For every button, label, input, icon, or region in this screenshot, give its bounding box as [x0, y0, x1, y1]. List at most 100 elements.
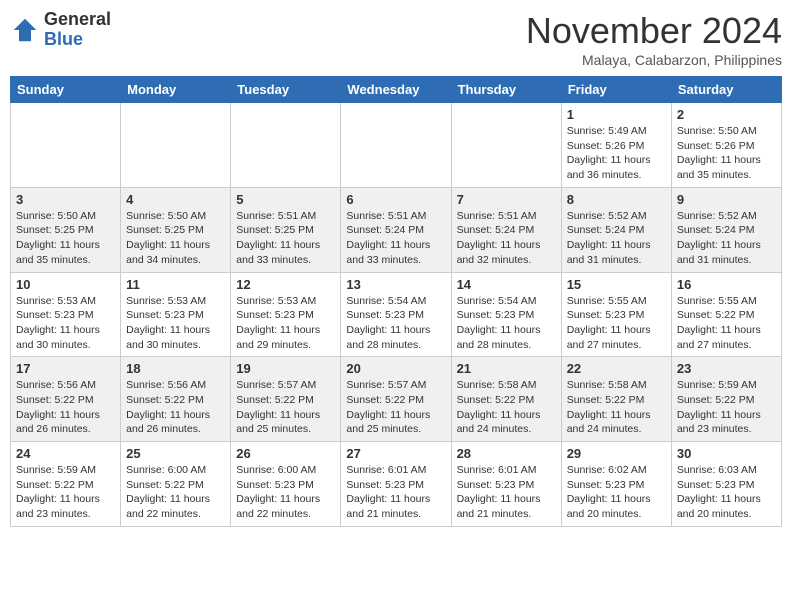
day-info: Sunrise: 5:49 AMSunset: 5:26 PMDaylight:…	[567, 124, 666, 183]
day-info: Sunrise: 5:52 AMSunset: 5:24 PMDaylight:…	[677, 209, 776, 268]
calendar-cell	[231, 103, 341, 188]
day-number: 29	[567, 446, 666, 461]
day-info: Sunrise: 5:59 AMSunset: 5:22 PMDaylight:…	[677, 378, 776, 437]
day-info: Sunrise: 5:50 AMSunset: 5:25 PMDaylight:…	[126, 209, 225, 268]
logo: General Blue	[10, 10, 111, 50]
calendar-header-friday: Friday	[561, 77, 671, 103]
logo-icon	[10, 15, 40, 45]
calendar-cell: 28 Sunrise: 6:01 AMSunset: 5:23 PMDayligh…	[451, 442, 561, 527]
day-info: Sunrise: 6:02 AMSunset: 5:23 PMDaylight:…	[567, 463, 666, 522]
calendar-cell: 17 Sunrise: 5:56 AMSunset: 5:22 PMDayligh…	[11, 357, 121, 442]
day-number: 16	[677, 277, 776, 292]
calendar-cell: 21 Sunrise: 5:58 AMSunset: 5:22 PMDayligh…	[451, 357, 561, 442]
calendar-cell: 1Sunrise: 5:49 AMSunset: 5:26 PMDaylight…	[561, 103, 671, 188]
day-number: 11	[126, 277, 225, 292]
calendar-header-saturday: Saturday	[671, 77, 781, 103]
calendar-cell: 10 Sunrise: 5:53 AMSunset: 5:23 PMDayligh…	[11, 272, 121, 357]
day-number: 27	[346, 446, 445, 461]
day-info: Sunrise: 5:53 AMSunset: 5:23 PMDaylight:…	[236, 294, 335, 353]
day-info: Sunrise: 6:01 AMSunset: 5:23 PMDaylight:…	[457, 463, 556, 522]
day-number: 30	[677, 446, 776, 461]
calendar-cell: 30 Sunrise: 6:03 AMSunset: 5:23 PMDayligh…	[671, 442, 781, 527]
calendar-cell: 4Sunrise: 5:50 AMSunset: 5:25 PMDaylight…	[121, 187, 231, 272]
day-info: Sunrise: 6:00 AMSunset: 5:23 PMDaylight:…	[236, 463, 335, 522]
calendar-cell	[341, 103, 451, 188]
calendar-cell: 18 Sunrise: 5:56 AMSunset: 5:22 PMDayligh…	[121, 357, 231, 442]
day-info: Sunrise: 5:58 AMSunset: 5:22 PMDaylight:…	[457, 378, 556, 437]
calendar-cell: 6Sunrise: 5:51 AMSunset: 5:24 PMDaylight…	[341, 187, 451, 272]
calendar-header-tuesday: Tuesday	[231, 77, 341, 103]
calendar-week-3: 10 Sunrise: 5:53 AMSunset: 5:23 PMDayligh…	[11, 272, 782, 357]
day-number: 2	[677, 107, 776, 122]
calendar-header-thursday: Thursday	[451, 77, 561, 103]
day-number: 19	[236, 361, 335, 376]
calendar-cell: 9 Sunrise: 5:52 AMSunset: 5:24 PMDaylight…	[671, 187, 781, 272]
calendar-cell: 12 Sunrise: 5:53 AMSunset: 5:23 PMDayligh…	[231, 272, 341, 357]
day-info: Sunrise: 6:01 AMSunset: 5:23 PMDaylight:…	[346, 463, 445, 522]
calendar-cell	[451, 103, 561, 188]
calendar-week-4: 17 Sunrise: 5:56 AMSunset: 5:22 PMDayligh…	[11, 357, 782, 442]
day-number: 17	[16, 361, 115, 376]
day-info: Sunrise: 5:54 AMSunset: 5:23 PMDaylight:…	[457, 294, 556, 353]
day-number: 23	[677, 361, 776, 376]
day-number: 18	[126, 361, 225, 376]
calendar-week-5: 24Sunrise: 5:59 AMSunset: 5:22 PMDayligh…	[11, 442, 782, 527]
calendar-cell: 7Sunrise: 5:51 AMSunset: 5:24 PMDaylight…	[451, 187, 561, 272]
calendar-cell: 13 Sunrise: 5:54 AMSunset: 5:23 PMDayligh…	[341, 272, 451, 357]
day-info: Sunrise: 5:58 AMSunset: 5:22 PMDaylight:…	[567, 378, 666, 437]
day-info: Sunrise: 5:57 AMSunset: 5:22 PMDaylight:…	[346, 378, 445, 437]
calendar-cell: 23 Sunrise: 5:59 AMSunset: 5:22 PMDayligh…	[671, 357, 781, 442]
day-info: Sunrise: 5:52 AMSunset: 5:24 PMDaylight:…	[567, 209, 666, 268]
day-info: Sunrise: 5:56 AMSunset: 5:22 PMDaylight:…	[126, 378, 225, 437]
day-number: 10	[16, 277, 115, 292]
day-info: Sunrise: 5:50 AMSunset: 5:25 PMDaylight:…	[16, 209, 115, 268]
calendar-cell	[11, 103, 121, 188]
day-number: 9	[677, 192, 776, 207]
day-number: 20	[346, 361, 445, 376]
logo-general: General	[44, 9, 111, 29]
calendar-cell: 22 Sunrise: 5:58 AMSunset: 5:22 PMDayligh…	[561, 357, 671, 442]
day-info: Sunrise: 6:03 AMSunset: 5:23 PMDaylight:…	[677, 463, 776, 522]
calendar-cell: 5Sunrise: 5:51 AMSunset: 5:25 PMDaylight…	[231, 187, 341, 272]
day-number: 26	[236, 446, 335, 461]
title-block: November 2024 Malaya, Calabarzon, Philip…	[526, 10, 782, 68]
day-info: Sunrise: 5:56 AMSunset: 5:22 PMDaylight:…	[16, 378, 115, 437]
day-number: 13	[346, 277, 445, 292]
day-number: 7	[457, 192, 556, 207]
calendar-header-row: SundayMondayTuesdayWednesdayThursdayFrid…	[11, 77, 782, 103]
logo-text: General Blue	[44, 10, 111, 50]
day-number: 24	[16, 446, 115, 461]
location: Malaya, Calabarzon, Philippines	[526, 52, 782, 68]
day-info: Sunrise: 5:51 AMSunset: 5:25 PMDaylight:…	[236, 209, 335, 268]
page-header: General Blue November 2024 Malaya, Calab…	[10, 10, 782, 68]
day-number: 25	[126, 446, 225, 461]
calendar-cell: 29 Sunrise: 6:02 AMSunset: 5:23 PMDayligh…	[561, 442, 671, 527]
calendar-header-monday: Monday	[121, 77, 231, 103]
calendar-week-1: 1Sunrise: 5:49 AMSunset: 5:26 PMDaylight…	[11, 103, 782, 188]
calendar-table: SundayMondayTuesdayWednesdayThursdayFrid…	[10, 76, 782, 527]
day-info: Sunrise: 5:53 AMSunset: 5:23 PMDaylight:…	[16, 294, 115, 353]
calendar-cell: 14 Sunrise: 5:54 AMSunset: 5:23 PMDayligh…	[451, 272, 561, 357]
day-number: 21	[457, 361, 556, 376]
calendar-header-sunday: Sunday	[11, 77, 121, 103]
calendar-week-2: 3 Sunrise: 5:50 AMSunset: 5:25 PMDaylight…	[11, 187, 782, 272]
calendar-cell: 8 Sunrise: 5:52 AMSunset: 5:24 PMDaylight…	[561, 187, 671, 272]
calendar-cell: 25 Sunrise: 6:00 AMSunset: 5:22 PMDayligh…	[121, 442, 231, 527]
day-info: Sunrise: 5:54 AMSunset: 5:23 PMDaylight:…	[346, 294, 445, 353]
day-info: Sunrise: 6:00 AMSunset: 5:22 PMDaylight:…	[126, 463, 225, 522]
logo-blue: Blue	[44, 29, 83, 49]
calendar-cell: 27 Sunrise: 6:01 AMSunset: 5:23 PMDayligh…	[341, 442, 451, 527]
day-number: 28	[457, 446, 556, 461]
calendar-cell: 19 Sunrise: 5:57 AMSunset: 5:22 PMDayligh…	[231, 357, 341, 442]
day-number: 12	[236, 277, 335, 292]
day-number: 22	[567, 361, 666, 376]
day-info: Sunrise: 5:57 AMSunset: 5:22 PMDaylight:…	[236, 378, 335, 437]
day-number: 14	[457, 277, 556, 292]
day-info: Sunrise: 5:50 AMSunset: 5:26 PMDaylight:…	[677, 124, 776, 183]
calendar-cell: 15Sunrise: 5:55 AMSunset: 5:23 PMDayligh…	[561, 272, 671, 357]
day-number: 15	[567, 277, 666, 292]
day-number: 3	[16, 192, 115, 207]
day-number: 6	[346, 192, 445, 207]
calendar-cell: 26 Sunrise: 6:00 AMSunset: 5:23 PMDayligh…	[231, 442, 341, 527]
day-number: 8	[567, 192, 666, 207]
